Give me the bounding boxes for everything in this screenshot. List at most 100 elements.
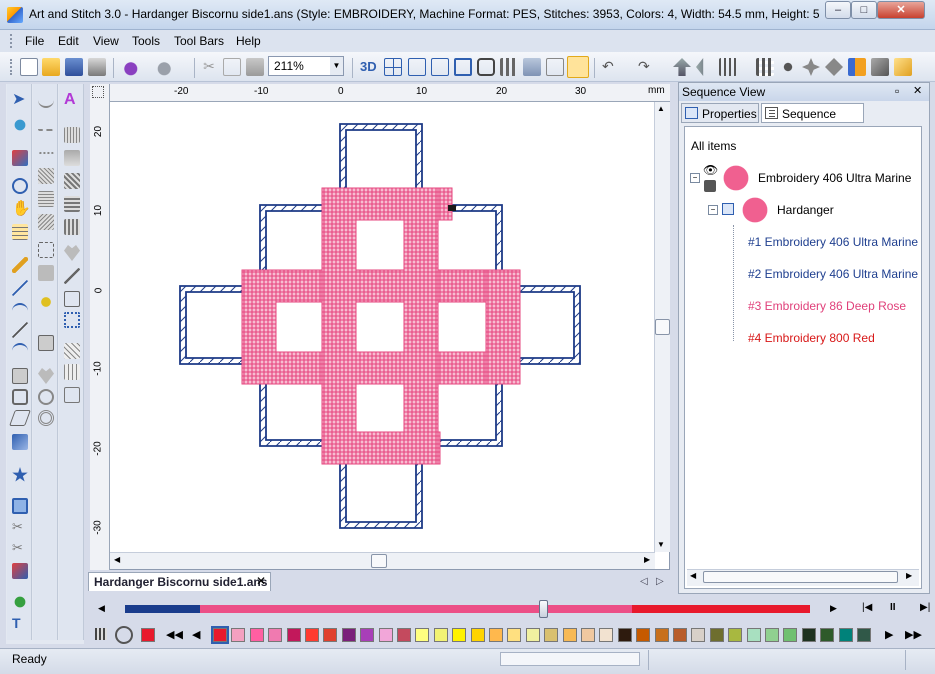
playback-end-icon[interactable]: ▶|	[920, 602, 930, 613]
line-tool-icon[interactable]	[12, 280, 28, 296]
embroidery-design[interactable]	[110, 102, 654, 552]
bean-stitch-icon[interactable]	[38, 138, 54, 154]
palette-swatch[interactable]	[857, 628, 871, 642]
palette-grid-icon[interactable]	[95, 628, 107, 640]
ruler-origin-icon[interactable]	[92, 86, 104, 98]
outline-icon[interactable]	[38, 242, 54, 258]
tree-collapse-icon[interactable]: −	[690, 173, 700, 183]
array-icon[interactable]	[756, 58, 774, 76]
playback-forward-icon[interactable]: ▶	[830, 603, 837, 614]
new-file-icon[interactable]	[20, 58, 38, 76]
motif-fill-icon[interactable]	[38, 214, 54, 230]
tree-scroll-left-icon[interactable]: ◀	[690, 571, 696, 580]
tab-scroll-right-icon[interactable]: ▷	[656, 576, 664, 587]
pan-hand-icon[interactable]: ✋	[12, 201, 31, 217]
panel-close-icon[interactable]: ✕	[913, 84, 922, 97]
document-tab[interactable]: Hardanger Biscornu side1.ans	[88, 572, 271, 591]
palette-swatch[interactable]	[231, 628, 246, 642]
heart-tool-icon[interactable]	[12, 594, 28, 610]
current-color-swatch[interactable]	[141, 628, 155, 642]
undo-icon[interactable]	[120, 58, 138, 76]
lock-icon[interactable]	[704, 180, 716, 192]
scroll-up-icon[interactable]: ▲	[657, 104, 665, 113]
align-icon[interactable]	[719, 58, 737, 76]
rotate-right-icon[interactable]: ↷	[638, 58, 656, 76]
sequence-item-1[interactable]: #1 Embroidery 406 Ultra Marine	[748, 235, 918, 249]
arc-tool-icon[interactable]	[12, 343, 28, 359]
palette-swatch[interactable]	[249, 628, 264, 642]
palette-swatch[interactable]	[599, 628, 614, 642]
radial-fill-icon[interactable]	[64, 219, 80, 235]
tab-scroll-left-icon[interactable]: ◁	[640, 576, 648, 587]
column-icon[interactable]	[64, 127, 80, 143]
palette-swatch[interactable]	[489, 628, 503, 642]
dots-grid-icon[interactable]	[500, 58, 518, 76]
palette-swatch[interactable]	[562, 628, 577, 642]
palette-swatch[interactable]	[286, 628, 301, 642]
pencil-icon[interactable]	[12, 257, 28, 273]
zoom-dropdown-icon[interactable]: ▼	[330, 57, 343, 75]
print-icon[interactable]	[88, 58, 106, 76]
notes-icon[interactable]	[894, 58, 912, 76]
palette-swatch[interactable]	[801, 628, 816, 642]
node-edit-icon[interactable]	[12, 117, 28, 133]
sequence-item-3[interactable]: #3 Embroidery 86 Deep Rose	[748, 299, 906, 313]
menu-help[interactable]: Help	[236, 34, 261, 48]
grid-fill-icon[interactable]	[64, 364, 80, 380]
sequence-item-2[interactable]: #2 Embroidery 406 Ultra Marine	[748, 267, 918, 281]
palette-swatch[interactable]	[378, 628, 393, 642]
lace-icon[interactable]	[64, 312, 80, 328]
stitch-slider-thumb[interactable]	[539, 600, 548, 618]
palette-swatch[interactable]	[415, 628, 430, 642]
zoom-tool-icon[interactable]	[12, 178, 28, 194]
gradient-fill-icon[interactable]	[64, 150, 80, 166]
palette-prev-icon[interactable]: ◀	[192, 628, 200, 641]
close-button[interactable]: ✕	[877, 1, 925, 19]
zoom-page-icon[interactable]	[454, 58, 472, 76]
ring-shape-icon[interactable]	[38, 410, 54, 426]
mirror-vertical-icon[interactable]	[673, 58, 691, 76]
save-icon[interactable]	[65, 58, 83, 76]
contour-fill-icon[interactable]	[64, 196, 80, 212]
fill-color-icon[interactable]	[12, 434, 28, 450]
applique-icon[interactable]	[38, 265, 54, 281]
hoop-icon[interactable]	[477, 58, 495, 76]
rounded-rect-icon[interactable]	[12, 389, 28, 405]
xform-icon[interactable]	[64, 387, 80, 403]
rectangle-icon[interactable]	[12, 368, 28, 384]
zoom-selection-icon[interactable]	[431, 58, 449, 76]
fill-stitch-icon[interactable]	[38, 191, 54, 207]
palette-swatch[interactable]	[397, 628, 411, 642]
document-tab-close-icon[interactable]: ✕	[256, 574, 266, 588]
palette-swatch[interactable]	[507, 628, 522, 642]
mirror-horizontal-icon[interactable]	[696, 58, 704, 76]
menu-edit[interactable]: Edit	[58, 34, 79, 48]
menu-tools[interactable]: Tools	[132, 34, 160, 48]
playback-start-icon[interactable]: |◀	[862, 602, 872, 613]
palette-swatch[interactable]	[211, 626, 229, 644]
circular-array-icon[interactable]	[779, 58, 797, 76]
measure-icon[interactable]	[12, 224, 28, 240]
palette-swatch[interactable]	[728, 628, 743, 642]
select-pointer-icon[interactable]: ➤	[12, 92, 28, 108]
zoom-fit-icon[interactable]	[408, 58, 426, 76]
palette-swatch[interactable]	[691, 628, 706, 642]
hardanger-icon[interactable]	[64, 291, 80, 307]
view-3d-button[interactable]: 3D	[360, 58, 378, 76]
pattern-fill-icon[interactable]	[64, 173, 80, 189]
palette-swatch[interactable]	[470, 628, 485, 642]
copy-icon[interactable]	[223, 58, 241, 76]
knife-tool-icon[interactable]: ✂	[12, 540, 28, 556]
palette-swatch[interactable]	[838, 628, 853, 642]
maximize-button[interactable]: □	[851, 1, 877, 19]
palette-swatch[interactable]	[452, 628, 467, 642]
palette-swatch[interactable]	[709, 628, 724, 642]
transform-icon[interactable]	[12, 150, 28, 166]
palette-swatch[interactable]	[820, 628, 835, 642]
redo-icon[interactable]	[157, 58, 175, 76]
realistic-view-icon[interactable]	[567, 56, 589, 78]
sort-colors-icon[interactable]	[848, 58, 866, 76]
triple-stitch-icon[interactable]	[38, 115, 54, 131]
palette-swatch[interactable]	[654, 628, 669, 642]
pause-icon[interactable]: II	[890, 602, 896, 613]
